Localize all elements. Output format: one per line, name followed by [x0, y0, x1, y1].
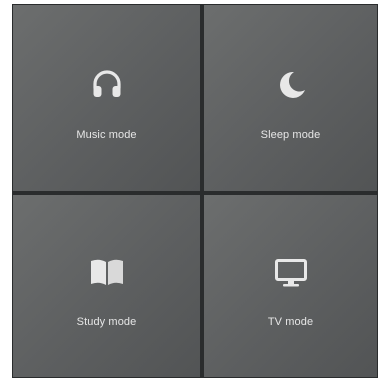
book-icon: [87, 252, 127, 292]
music-mode-label: Music mode: [76, 129, 137, 141]
moon-icon: [271, 65, 311, 105]
music-mode-button[interactable]: Music mode: [13, 5, 200, 191]
sleep-mode-button[interactable]: Sleep mode: [204, 5, 377, 191]
tv-icon: [271, 252, 311, 292]
study-mode-button[interactable]: Study mode: [13, 195, 200, 377]
tv-mode-label: TV mode: [267, 316, 314, 328]
tv-mode-button[interactable]: TV mode: [204, 195, 377, 377]
study-mode-label: Study mode: [76, 316, 137, 328]
mode-switch-panel: Music mode Sleep mode Study mode TV mode: [12, 4, 378, 378]
sleep-mode-label: Sleep mode: [260, 129, 321, 141]
headphones-icon: [87, 65, 127, 105]
